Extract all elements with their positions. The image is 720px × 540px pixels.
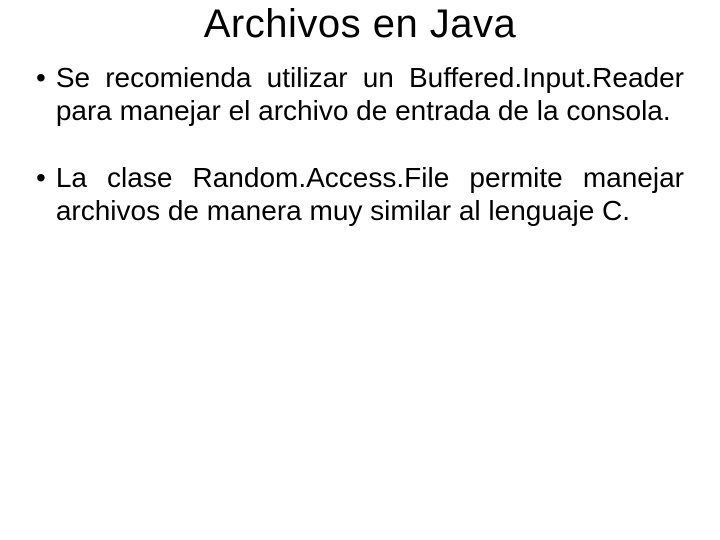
bullet-text: La clase Random.Access.File permite mane… [56,161,684,227]
bullet-item: • Se recomienda utilizar un Buffered.Inp… [36,61,684,127]
slide-body: • Se recomienda utilizar un Buffered.Inp… [30,61,690,227]
bullet-text: Se recomienda utilizar un Buffered.Input… [56,61,684,127]
slide: Archivos en Java • Se recomienda utiliza… [0,0,720,540]
bullet-marker-icon: • [36,61,56,127]
slide-title: Archivos en Java [204,2,517,47]
bullet-marker-icon: • [36,161,56,227]
title-container: Archivos en Java [30,0,690,47]
bullet-item: • La clase Random.Access.File permite ma… [36,161,684,227]
